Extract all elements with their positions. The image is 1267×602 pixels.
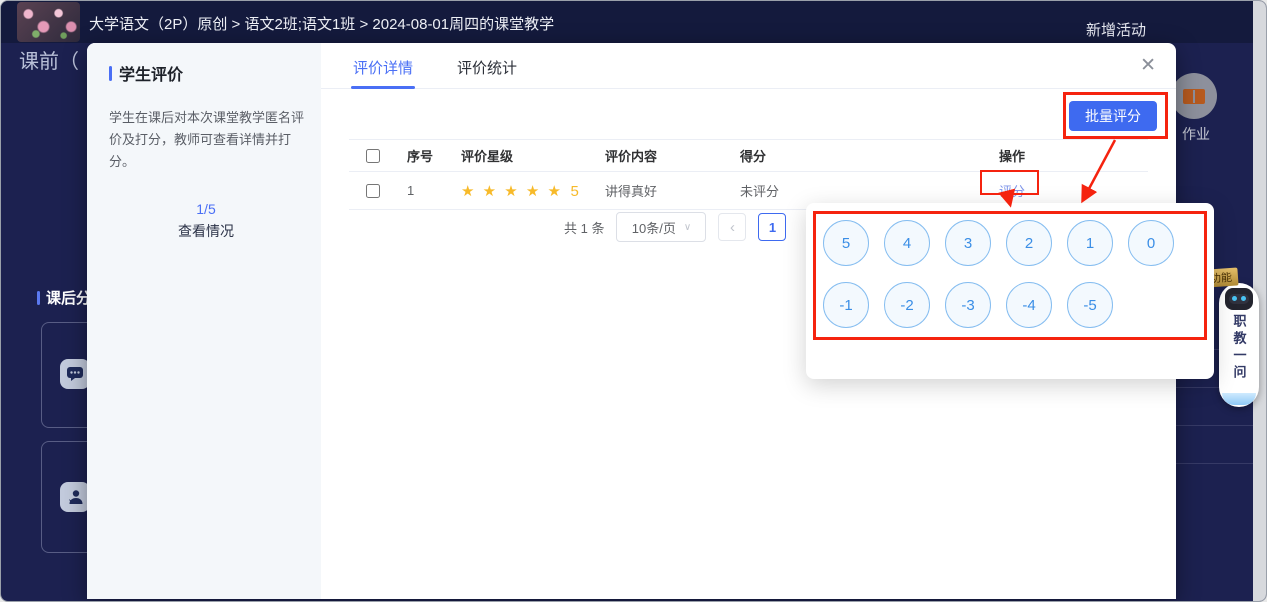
new-activity-button[interactable]: 新增活动 [1086, 19, 1146, 40]
assistant-label: 职教一问 [1230, 314, 1249, 393]
header-content: 评价内容 [599, 146, 734, 165]
score-circle-1[interactable]: 1 [1067, 220, 1113, 266]
table-header-row: 序号 评价星级 评价内容 得分 操作 [349, 140, 1148, 172]
homework-button[interactable] [1171, 73, 1217, 119]
course-thumbnail-image[interactable] [17, 2, 80, 42]
pagination: 共 1 条 10条/页 ∨ ‹ 1 [564, 212, 786, 242]
score-action-link[interactable]: 评分 [999, 184, 1025, 199]
page-1-button[interactable]: 1 [758, 213, 786, 241]
post-class-section-label: 课后分 [37, 287, 91, 308]
wave-decoration [1222, 393, 1256, 405]
total-count-label: 共 1 条 [564, 218, 604, 237]
evaluation-table: 序号 评价星级 评价内容 得分 操作 1 ★ ★ ★ ★ ★ 5 讲得真好 未评… [349, 139, 1148, 210]
homework-label: 作业 [1182, 124, 1210, 144]
book-icon [1183, 89, 1205, 104]
score-circle--2[interactable]: -2 [884, 282, 930, 328]
header-stars: 评价星级 [453, 146, 599, 165]
cell-content: 讲得真好 [599, 181, 734, 200]
score-circle--4[interactable]: -4 [1006, 282, 1052, 328]
prev-page-button[interactable]: ‹ [718, 213, 746, 241]
batch-score-button[interactable]: 批量评分 [1069, 101, 1157, 131]
section-accent-bar [37, 291, 40, 305]
score-row-1: 543210 [823, 220, 1174, 266]
header-action: 操作 [993, 146, 1148, 165]
evaluation-progress: 1/5 [109, 201, 303, 217]
chevron-down-icon: ∨ [684, 222, 691, 233]
select-all-checkbox[interactable] [366, 149, 380, 163]
cell-index: 1 [397, 183, 453, 198]
modal-sidebar: 学生评价 学生在课后对本次课堂教学匿名评价及打分，教师可查看详情并打分。 1/5… [87, 43, 321, 599]
cell-stars: ★ ★ ★ ★ ★ 5 [453, 182, 599, 200]
page-size-select[interactable]: 10条/页 ∨ [616, 212, 706, 242]
assistant-widget-button[interactable]: 职教一问 [1219, 283, 1259, 407]
header-score: 得分 [734, 146, 993, 165]
score-circle-0[interactable]: 0 [1128, 220, 1174, 266]
score-circle--5[interactable]: -5 [1067, 282, 1113, 328]
star-rating-icons: ★ ★ ★ ★ ★ [461, 183, 563, 200]
robot-icon [1225, 288, 1253, 310]
score-circle-3[interactable]: 3 [945, 220, 991, 266]
score-row-2: -1 -2 -3 -4 -5 [823, 282, 1113, 328]
title-accent-bar [109, 66, 112, 81]
breadcrumb: 大学语文（2P）原创 > 语文2班;语文1班 > 2024-08-01周四的课堂… [89, 13, 554, 34]
score-popup: 543210 -1 -2 -3 -4 -5 [806, 203, 1214, 379]
top-bar: 大学语文（2P）原创 > 语文2班;语文1班 > 2024-08-01周四的课堂… [1, 1, 1254, 43]
person-icon [60, 482, 90, 512]
score-circle--3[interactable]: -3 [945, 282, 991, 328]
score-circle--1[interactable]: -1 [823, 282, 869, 328]
close-icon[interactable]: ✕ [1140, 56, 1156, 75]
view-status-link[interactable]: 查看情况 [109, 221, 303, 241]
modal-description: 学生在课后对本次课堂教学匿名评价及打分，教师可查看详情并打分。 [109, 107, 305, 173]
tab-bar: 评价详情 评价统计 [321, 43, 1176, 89]
score-circle-4[interactable]: 4 [884, 220, 930, 266]
pre-class-section-label: 课前（ [19, 45, 79, 74]
star-value: 5 [571, 183, 579, 200]
modal-title: 学生评价 [109, 61, 303, 85]
tab-evaluation-stats[interactable]: 评价统计 [455, 43, 519, 88]
score-circle-5[interactable]: 5 [823, 220, 869, 266]
cell-score: 未评分 [734, 181, 993, 200]
header-index: 序号 [397, 146, 453, 165]
app-window: 大学语文（2P）原创 > 语文2班;语文1班 > 2024-08-01周四的课堂… [0, 0, 1267, 602]
row-checkbox[interactable] [366, 184, 380, 198]
comment-bubble-icon [60, 359, 90, 389]
score-circle-2[interactable]: 2 [1006, 220, 1052, 266]
tab-evaluation-detail[interactable]: 评价详情 [351, 43, 415, 88]
